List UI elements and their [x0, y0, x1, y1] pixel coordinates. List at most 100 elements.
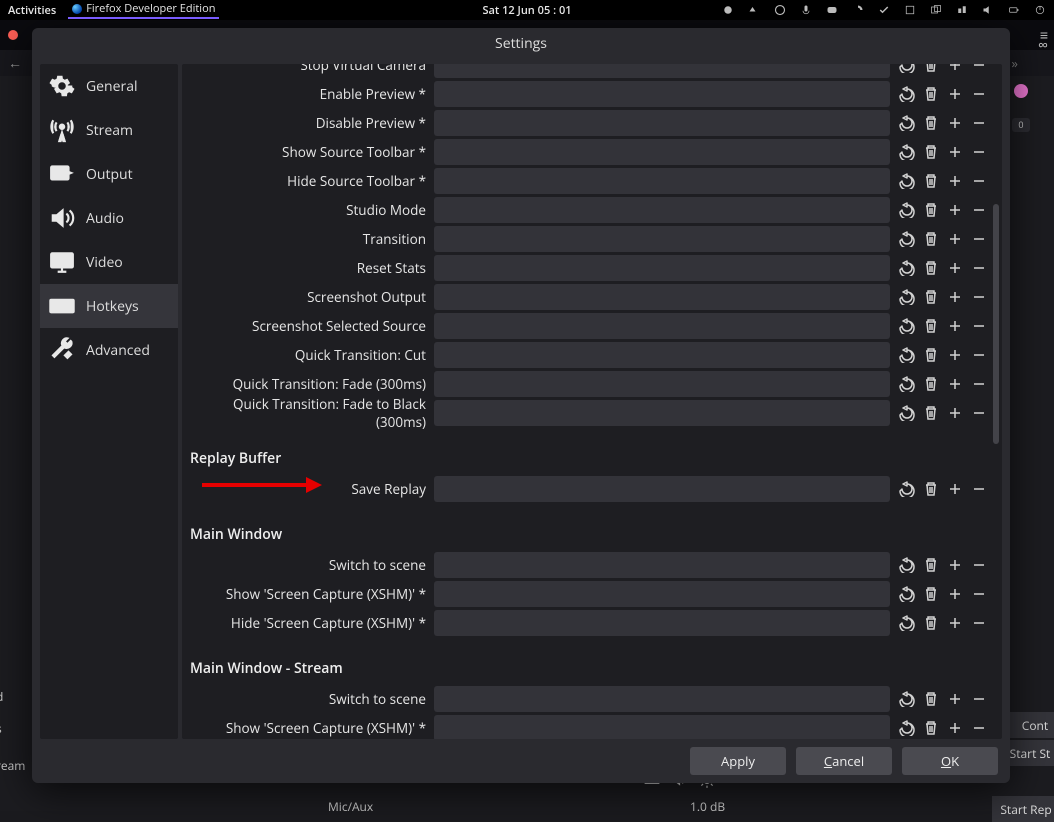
- trash-icon[interactable]: [922, 690, 940, 708]
- revert-icon[interactable]: [898, 143, 916, 161]
- trash-icon[interactable]: [922, 404, 940, 422]
- minus-icon[interactable]: [970, 230, 988, 248]
- sidebar-item-advanced[interactable]: Advanced: [40, 328, 178, 372]
- minus-icon[interactable]: [970, 143, 988, 161]
- hotkey-input[interactable]: [434, 400, 890, 426]
- tray-icon[interactable]: [722, 4, 734, 16]
- minus-icon[interactable]: [970, 259, 988, 277]
- trash-icon[interactable]: [922, 64, 940, 74]
- trash-icon[interactable]: [922, 317, 940, 335]
- plus-icon[interactable]: [946, 375, 964, 393]
- minus-icon[interactable]: [970, 556, 988, 574]
- activities-button[interactable]: Activities: [8, 3, 56, 18]
- hotkey-input[interactable]: [434, 371, 890, 397]
- hotkey-input[interactable]: [434, 255, 890, 281]
- minus-icon[interactable]: [970, 64, 988, 74]
- revert-icon[interactable]: [898, 114, 916, 132]
- firefox-profile-avatar[interactable]: [1014, 84, 1028, 98]
- minus-icon[interactable]: [970, 690, 988, 708]
- trash-icon[interactable]: [922, 719, 940, 737]
- hotkey-input[interactable]: [434, 110, 890, 136]
- obs-start-replay-button[interactable]: Start Rep: [992, 796, 1054, 822]
- minus-icon[interactable]: [970, 114, 988, 132]
- window-titlebar[interactable]: Settings: [32, 28, 1010, 58]
- revert-icon[interactable]: [898, 85, 916, 103]
- power-icon[interactable]: [1034, 4, 1046, 16]
- revert-icon[interactable]: [898, 614, 916, 632]
- revert-icon[interactable]: [898, 375, 916, 393]
- sidebar-item-audio[interactable]: Audio: [40, 196, 178, 240]
- plus-icon[interactable]: [946, 346, 964, 364]
- revert-icon[interactable]: [898, 259, 916, 277]
- minus-icon[interactable]: [970, 201, 988, 219]
- plus-icon[interactable]: [946, 719, 964, 737]
- revert-icon[interactable]: [898, 719, 916, 737]
- hotkey-input[interactable]: [434, 139, 890, 165]
- plus-icon[interactable]: [946, 172, 964, 190]
- plus-icon[interactable]: [946, 556, 964, 574]
- hotkey-input[interactable]: [434, 313, 890, 339]
- plus-icon[interactable]: [946, 317, 964, 335]
- sidebar-item-hotkeys[interactable]: Hotkeys: [40, 284, 178, 328]
- hotkey-input[interactable]: [434, 64, 890, 78]
- tray-icon[interactable]: [748, 4, 760, 16]
- hotkey-input[interactable]: [434, 226, 890, 252]
- trash-icon[interactable]: [922, 201, 940, 219]
- hotkey-input[interactable]: [434, 342, 890, 368]
- plus-icon[interactable]: [946, 85, 964, 103]
- scrollbar-thumb[interactable]: [993, 204, 999, 444]
- trash-icon[interactable]: [922, 172, 940, 190]
- minus-icon[interactable]: [970, 288, 988, 306]
- plus-icon[interactable]: [946, 614, 964, 632]
- hotkey-input[interactable]: [434, 581, 890, 607]
- trash-icon[interactable]: [922, 375, 940, 393]
- plus-icon[interactable]: [946, 404, 964, 422]
- trash-icon[interactable]: [922, 346, 940, 364]
- tray-icon[interactable]: [852, 4, 864, 16]
- active-app-indicator[interactable]: Firefox Developer Edition: [68, 1, 219, 19]
- plus-icon[interactable]: [946, 585, 964, 603]
- trash-icon[interactable]: [922, 143, 940, 161]
- plus-icon[interactable]: [946, 690, 964, 708]
- ok-button[interactable]: OK: [902, 747, 998, 775]
- hotkey-input[interactable]: [434, 715, 890, 740]
- plus-icon[interactable]: [946, 143, 964, 161]
- plus-icon[interactable]: [946, 64, 964, 74]
- hotkey-input[interactable]: [434, 476, 890, 502]
- trash-icon[interactable]: [922, 288, 940, 306]
- revert-icon[interactable]: [898, 480, 916, 498]
- hotkey-input[interactable]: [434, 610, 890, 636]
- back-icon[interactable]: ←: [8, 54, 22, 73]
- mic-icon[interactable]: [800, 4, 812, 16]
- tray-icon[interactable]: [904, 4, 916, 16]
- plus-icon[interactable]: [946, 230, 964, 248]
- hotkey-input[interactable]: [434, 168, 890, 194]
- plus-icon[interactable]: [946, 114, 964, 132]
- plus-icon[interactable]: [946, 480, 964, 498]
- revert-icon[interactable]: [898, 317, 916, 335]
- hotkey-input[interactable]: [434, 81, 890, 107]
- trash-icon[interactable]: [922, 114, 940, 132]
- revert-icon[interactable]: [898, 230, 916, 248]
- revert-icon[interactable]: [898, 64, 916, 74]
- minus-icon[interactable]: [970, 346, 988, 364]
- revert-icon[interactable]: [898, 346, 916, 364]
- minus-icon[interactable]: [970, 614, 988, 632]
- trash-icon[interactable]: [922, 85, 940, 103]
- plus-icon[interactable]: [946, 201, 964, 219]
- hotkey-input[interactable]: [434, 552, 890, 578]
- revert-icon[interactable]: [898, 690, 916, 708]
- revert-icon[interactable]: [898, 404, 916, 422]
- revert-icon[interactable]: [898, 201, 916, 219]
- firefox-overflow-icon[interactable]: »: [1012, 54, 1018, 72]
- sidebar-item-stream[interactable]: A Stream: [40, 108, 178, 152]
- cancel-button[interactable]: Cancel: [796, 747, 892, 775]
- trash-icon[interactable]: [922, 259, 940, 277]
- minus-icon[interactable]: [970, 172, 988, 190]
- obs-controls-button[interactable]: Cont: [1010, 712, 1054, 738]
- minus-icon[interactable]: [970, 585, 988, 603]
- minus-icon[interactable]: [970, 317, 988, 335]
- trash-icon[interactable]: [922, 614, 940, 632]
- revert-icon[interactable]: [898, 172, 916, 190]
- sidebar-item-output[interactable]: Output: [40, 152, 178, 196]
